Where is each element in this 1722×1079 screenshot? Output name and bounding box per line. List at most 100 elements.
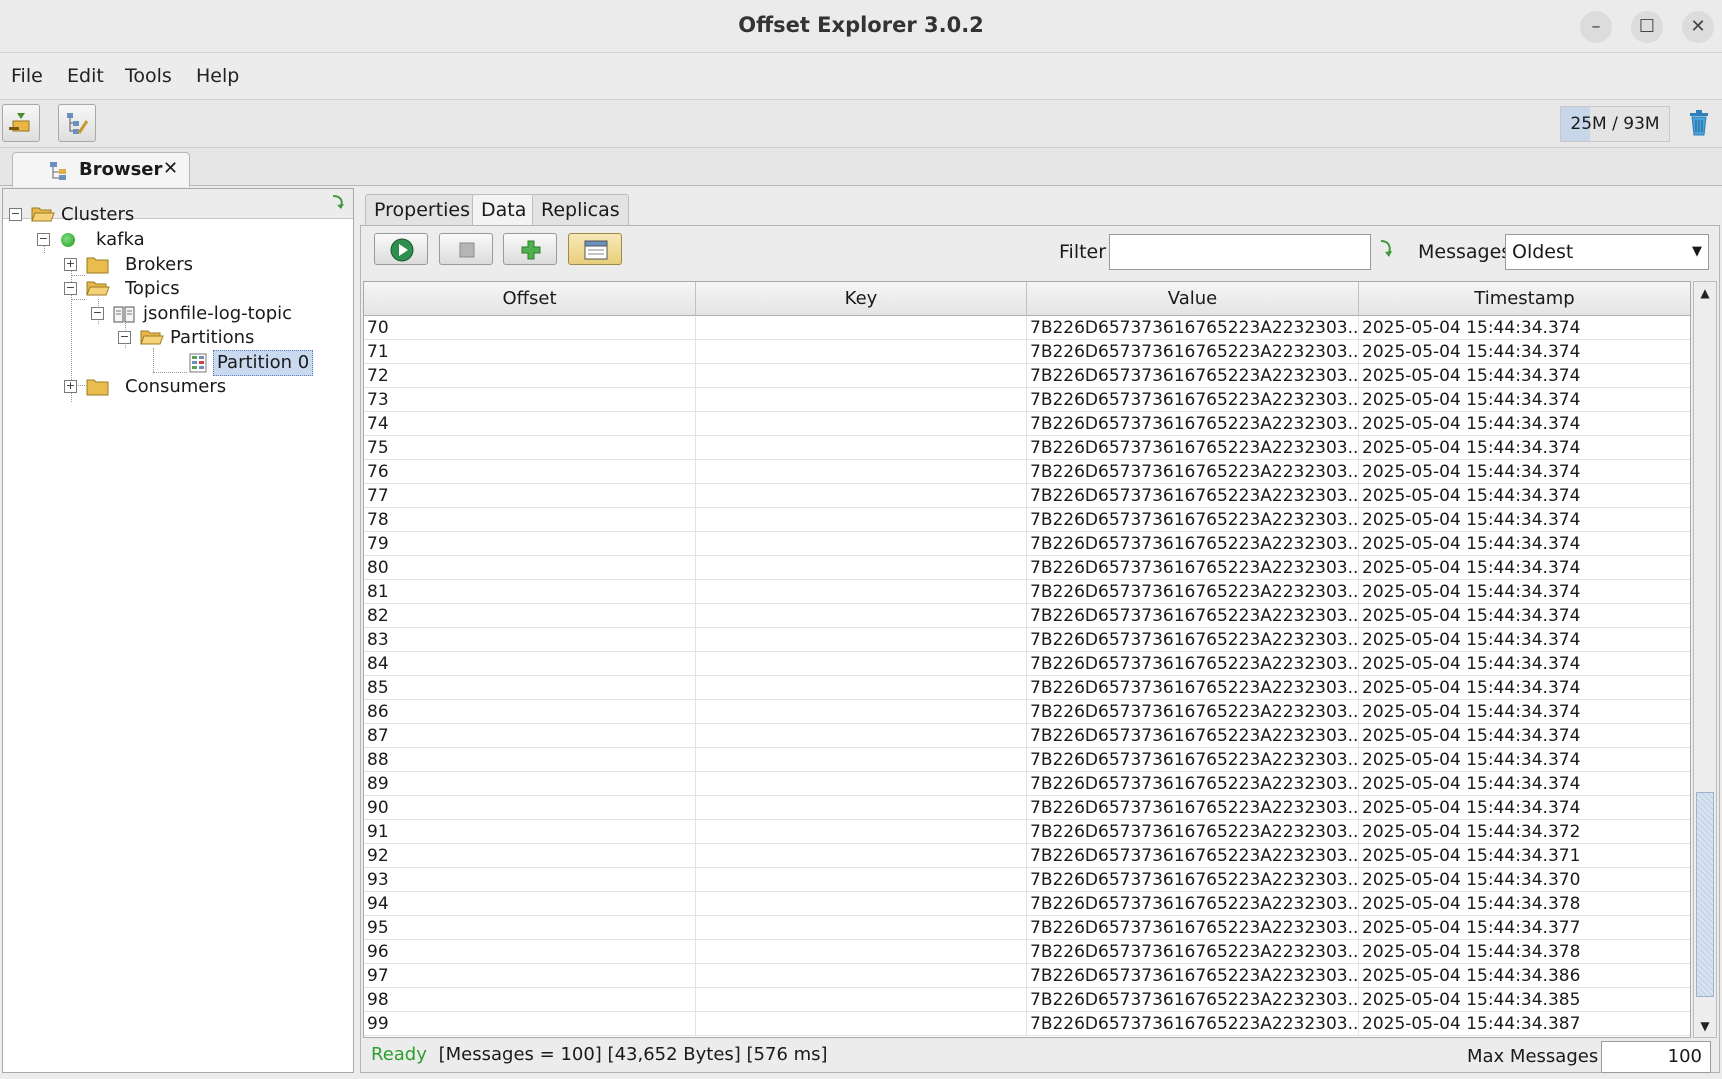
table-row[interactable]: 88 7B226D657373616765223A2232303... 2025-0… (364, 748, 1690, 772)
menu-edit[interactable]: Edit (67, 65, 104, 87)
scroll-thumb[interactable] (1696, 792, 1714, 997)
cell-value: 7B226D657373616765223A2232303... (1027, 844, 1359, 868)
table-row[interactable]: 81 7B226D657373616765223A2232303... 2025-0… (364, 580, 1690, 604)
table-row[interactable]: 84 7B226D657373616765223A2232303... 2025-0… (364, 652, 1690, 676)
menu-file[interactable]: File (11, 65, 43, 87)
column-header-timestamp[interactable]: Timestamp (1359, 282, 1690, 316)
table-row[interactable]: 99 7B226D657373616765223A2232303... 2025-0… (364, 1012, 1690, 1036)
table-row[interactable]: 75 7B226D657373616765223A2232303... 2025-0… (364, 436, 1690, 460)
table-view-toggle[interactable] (568, 233, 622, 265)
table-row[interactable]: 90 7B226D657373616765223A2232303... 2025-0… (364, 796, 1690, 820)
collapse-icon[interactable]: − (64, 282, 77, 295)
collapse-icon[interactable]: − (37, 233, 50, 246)
menu-tools[interactable]: Tools (125, 65, 172, 87)
run-button[interactable] (374, 233, 428, 265)
cell-value: 7B226D657373616765223A2232303... (1027, 604, 1359, 628)
table-row[interactable]: 97 7B226D657373616765223A2232303... 2025-0… (364, 964, 1690, 988)
cell-key (696, 556, 1027, 580)
cell-key (696, 700, 1027, 724)
table-row[interactable]: 76 7B226D657373616765223A2232303... 2025-0… (364, 460, 1690, 484)
cell-value: 7B226D657373616765223A2232303... (1027, 532, 1359, 556)
add-message-button[interactable] (503, 233, 557, 265)
table-row[interactable]: 94 7B226D657373616765223A2232303... 2025-0… (364, 892, 1690, 916)
cell-timestamp: 2025-05-04 15:44:34.374 (1359, 556, 1690, 580)
memory-indicator[interactable]: 25M / 93M (1560, 106, 1670, 142)
table-row[interactable]: 95 7B226D657373616765223A2232303... 2025-0… (364, 916, 1690, 940)
tree-label-kafka: kafka (96, 229, 145, 250)
cell-key (696, 796, 1027, 820)
max-messages-input[interactable]: 100 (1601, 1041, 1711, 1073)
messages-label: Messages (1418, 241, 1512, 263)
cell-timestamp: 2025-05-04 15:44:34.386 (1359, 964, 1690, 988)
cell-value: 7B226D657373616765223A2232303... (1027, 580, 1359, 604)
messages-select[interactable]: Oldest ▼ (1505, 234, 1709, 270)
collapse-icon[interactable]: − (91, 307, 104, 320)
add-cluster-button[interactable] (2, 104, 40, 142)
filter-input[interactable] (1109, 234, 1371, 270)
cell-timestamp: 2025-05-04 15:44:34.374 (1359, 436, 1690, 460)
expand-icon[interactable]: + (64, 380, 77, 393)
table-row[interactable]: 73 7B226D657373616765223A2232303... 2025-0… (364, 388, 1690, 412)
expand-icon[interactable]: + (64, 258, 77, 271)
table-row[interactable]: 85 7B226D657373616765223A2232303... 2025-0… (364, 676, 1690, 700)
table-row[interactable]: 82 7B226D657373616765223A2232303... 2025-0… (364, 604, 1690, 628)
table-vertical-scrollbar[interactable]: ▲ ▼ (1693, 281, 1717, 1038)
partition-detail-panel: Properties Data Replicas Filter Messages… (360, 188, 1720, 1073)
tab-properties[interactable]: Properties (365, 194, 480, 226)
cell-timestamp: 2025-05-04 15:44:34.374 (1359, 508, 1690, 532)
cell-offset: 97 (364, 964, 696, 988)
collapse-icon[interactable]: − (118, 331, 131, 344)
garbage-collect-button[interactable] (1688, 110, 1710, 141)
settings-tree-button[interactable] (58, 104, 96, 142)
cell-value: 7B226D657373616765223A2232303... (1027, 772, 1359, 796)
cell-value: 7B226D657373616765223A2232303... (1027, 484, 1359, 508)
tab-browser-close-icon[interactable]: ✕ (163, 158, 178, 179)
cell-offset: 72 (364, 364, 696, 388)
tab-data[interactable]: Data (472, 194, 536, 226)
maximize-button[interactable]: ☐ (1631, 11, 1663, 43)
table-row[interactable]: 96 7B226D657373616765223A2232303... 2025-0… (364, 940, 1690, 964)
column-header-key[interactable]: Key (696, 282, 1027, 316)
table-row[interactable]: 77 7B226D657373616765223A2232303... 2025-0… (364, 484, 1690, 508)
cell-value: 7B226D657373616765223A2232303... (1027, 340, 1359, 364)
cell-offset: 92 (364, 844, 696, 868)
table-row[interactable]: 86 7B226D657373616765223A2232303... 2025-0… (364, 700, 1690, 724)
apply-filter-icon[interactable] (1377, 238, 1395, 265)
cell-value: 7B226D657373616765223A2232303... (1027, 964, 1359, 988)
table-row[interactable]: 78 7B226D657373616765223A2232303... 2025-0… (364, 508, 1690, 532)
tab-browser[interactable]: Browser ✕ (12, 152, 190, 187)
table-row[interactable]: 79 7B226D657373616765223A2232303... 2025-0… (364, 532, 1690, 556)
stop-button[interactable] (439, 233, 493, 265)
cell-offset: 83 (364, 628, 696, 652)
table-row[interactable]: 87 7B226D657373616765223A2232303... 2025-0… (364, 724, 1690, 748)
table-row[interactable]: 92 7B226D657373616765223A2232303... 2025-0… (364, 844, 1690, 868)
collapse-icon[interactable]: − (9, 208, 22, 221)
menu-help[interactable]: Help (196, 65, 239, 87)
cell-timestamp: 2025-05-04 15:44:34.374 (1359, 460, 1690, 484)
scroll-up-icon[interactable]: ▲ (1694, 282, 1716, 304)
refresh-tree-icon[interactable] (329, 193, 347, 216)
cell-timestamp: 2025-05-04 15:44:34.378 (1359, 892, 1690, 916)
column-header-offset[interactable]: Offset (364, 282, 696, 316)
table-row[interactable]: 93 7B226D657373616765223A2232303... 2025-0… (364, 868, 1690, 892)
tab-replicas[interactable]: Replicas (532, 194, 629, 226)
table-row[interactable]: 80 7B226D657373616765223A2232303... 2025-0… (364, 556, 1690, 580)
cell-value: 7B226D657373616765223A2232303... (1027, 940, 1359, 964)
table-row[interactable]: 71 7B226D657373616765223A2232303... 2025-0… (364, 340, 1690, 364)
column-header-value[interactable]: Value (1027, 282, 1359, 316)
table-row[interactable]: 70 7B226D657373616765223A2232303... 2025-0… (364, 316, 1690, 340)
cell-offset: 95 (364, 916, 696, 940)
scroll-down-icon[interactable]: ▼ (1694, 1015, 1716, 1037)
minimize-button[interactable]: – (1580, 11, 1612, 43)
table-row[interactable]: 89 7B226D657373616765223A2232303... 2025-0… (364, 772, 1690, 796)
cell-offset: 89 (364, 772, 696, 796)
close-window-button[interactable]: ✕ (1682, 11, 1714, 43)
open-folder-icon (86, 281, 110, 296)
table-row[interactable]: 98 7B226D657373616765223A2232303... 2025-0… (364, 988, 1690, 1012)
table-row[interactable]: 72 7B226D657373616765223A2232303... 2025-0… (364, 364, 1690, 388)
connected-status-icon (61, 233, 75, 247)
table-row[interactable]: 91 7B226D657373616765223A2232303... 2025-0… (364, 820, 1690, 844)
table-row[interactable]: 74 7B226D657373616765223A2232303... 2025-0… (364, 412, 1690, 436)
cell-offset: 87 (364, 724, 696, 748)
table-row[interactable]: 83 7B226D657373616765223A2232303... 2025-0… (364, 628, 1690, 652)
